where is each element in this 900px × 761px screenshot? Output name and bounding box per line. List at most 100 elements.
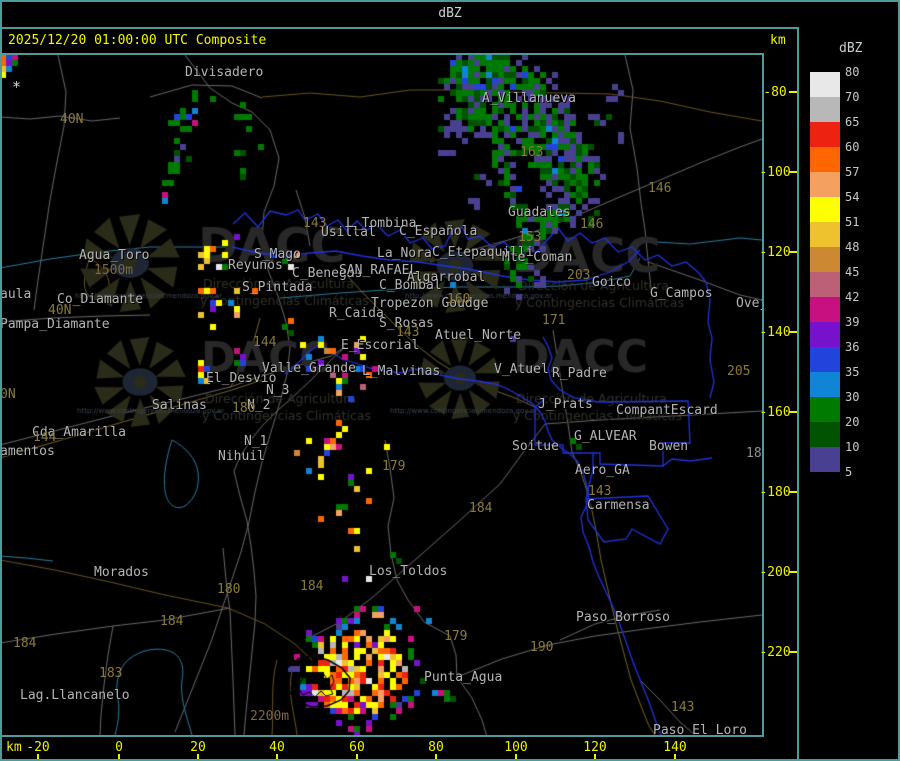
colorbar-panel: dBZ 80 70 65 60 57 54 51 48 45 42 39 36 35 30 20 10 5 <box>797 27 898 759</box>
route-number-label: 160 <box>447 292 471 307</box>
colorbar-swatch <box>810 247 840 272</box>
route-number-label: 179 <box>382 459 406 474</box>
map-place-label: C_Bombal <box>379 278 442 293</box>
y-axis-unit-label: km <box>770 33 786 48</box>
map-place-label: S_Mago <box>254 247 301 262</box>
route-number-label: 190 <box>530 640 554 655</box>
route-number-label: 143 <box>396 325 420 340</box>
x-axis-tick-label: 80 <box>428 740 444 755</box>
colorbar-swatch <box>810 122 840 147</box>
colorbar-value-label: 45 <box>845 265 860 279</box>
colorbar-value-label: 20 <box>845 415 860 429</box>
timestamp-text: 2025/12/20 01:00:00 UTC Composite <box>8 33 267 48</box>
map-place-label: Paso_El_Loro <box>653 723 747 735</box>
y-axis-tick <box>789 251 797 253</box>
colorbar-swatch <box>810 147 840 172</box>
map-place-label: E_Escorial <box>341 338 420 353</box>
route-number-label: 146 <box>580 217 604 232</box>
y-axis-tick <box>789 171 797 173</box>
map-place-label: Nihuil <box>218 449 265 464</box>
route-number-label: 144 <box>253 335 277 350</box>
map-place-label: Guadales <box>508 205 571 220</box>
x-axis-tick-label: 120 <box>583 740 607 755</box>
map-place-label: N_3 <box>266 383 290 398</box>
map-place-label: C_Española <box>399 224 478 239</box>
map-place-label: Divisadero <box>185 65 264 80</box>
map-place-label: Lag.Llancanelo <box>20 688 130 703</box>
map-place-label: Los_Toldos <box>369 564 448 579</box>
colorbar-swatch <box>810 222 840 247</box>
colorbar-swatch <box>810 72 840 97</box>
y-axis-tick <box>789 411 797 413</box>
x-axis-tick-label: 140 <box>663 740 687 755</box>
colorbar-swatch <box>810 297 840 322</box>
map-place-label: V_Atuel <box>494 362 549 377</box>
x-axis-tick-label: 100 <box>504 740 528 755</box>
route-number-label: 184 <box>160 614 184 629</box>
map-place-label: J_Prats <box>538 397 593 412</box>
colorbar-swatch <box>810 322 840 347</box>
x-axis-tick <box>356 754 358 760</box>
map-place-label: La_Nora <box>377 246 432 261</box>
y-axis-tick <box>789 651 797 653</box>
map-right-border <box>762 53 764 737</box>
y-axis-tick <box>789 91 797 93</box>
x-axis-tick-label: 20 <box>190 740 206 755</box>
colorbar-value-label: 30 <box>845 390 860 404</box>
map-bottom-border <box>0 735 764 737</box>
map-place-label: R_Padre <box>552 366 607 381</box>
map-place-label: Goico <box>592 275 632 290</box>
x-axis-tick <box>276 754 278 760</box>
map-place-label: Agua_Toro <box>79 248 150 263</box>
map-place-label: A_Villanueva <box>482 91 576 106</box>
colorbar-value-label: 36 <box>845 340 860 354</box>
route-number-label: 143 <box>303 216 327 231</box>
map-place-label: Pampa_Diamante <box>2 317 110 332</box>
elevation-label: 2200m <box>250 709 290 724</box>
route-number-label: 183 <box>99 666 123 681</box>
route-number-label: 144 <box>33 430 57 445</box>
map-place-label: Oveje <box>736 296 762 311</box>
y-axis-tick <box>789 491 797 493</box>
title-divider <box>0 27 900 29</box>
map-place-label: N_1 <box>244 434 268 449</box>
map-place-label: 18 <box>746 446 762 461</box>
colorbar-swatch <box>810 272 840 297</box>
colorbar-swatch <box>810 447 840 472</box>
elevation-label: 1500m <box>94 263 134 278</box>
colorbar-swatch <box>810 397 840 422</box>
colorbar-swatch <box>810 372 840 397</box>
colorbar-value-label: 65 <box>845 115 860 129</box>
x-axis-tick <box>435 754 437 760</box>
map-place-label: Soitue <box>512 439 559 454</box>
map-place-label: S_Pintada <box>242 280 313 295</box>
map-place-label: R_Caida <box>329 306 384 321</box>
route-number-label: 179 <box>444 629 468 644</box>
colorbar-swatch <box>810 347 840 372</box>
route-number-label: 153 <box>518 230 542 245</box>
y-axis-tick <box>789 571 797 573</box>
map-place-label: Bowen <box>649 439 689 454</box>
map-area: Divisadero A_Villanueva Guadales Agua_Toroa… <box>2 55 762 735</box>
colorbar-value-label: 51 <box>845 215 860 229</box>
route-number-label: 40N <box>60 112 84 127</box>
route-number-label: 40N <box>48 303 72 318</box>
colorbar-value-label: 48 <box>845 240 860 254</box>
radar-canvas <box>2 55 762 735</box>
map-place-label: amentos <box>2 444 55 459</box>
colorbar-value-label: 39 <box>845 315 860 329</box>
colorbar-swatch <box>810 422 840 447</box>
colorbar-value-label: 5 <box>845 465 853 479</box>
route-number-label: 205 <box>727 364 751 379</box>
map-place-label: G_ALVEAR <box>574 429 637 444</box>
route-number-label: 143 <box>588 484 612 499</box>
map-place-label: L_Malvinas <box>362 364 441 379</box>
x-axis-tick <box>515 754 517 760</box>
route-number-label: 171 <box>542 313 566 328</box>
route-number-label: 146 <box>648 181 672 196</box>
route-number-label: 163 <box>520 145 544 160</box>
route-number-label: 184 <box>469 501 493 516</box>
colorbar-value-label: 70 <box>845 90 860 104</box>
colorbar-value-label: 80 <box>845 65 860 79</box>
colorbar-value-label: 35 <box>845 365 860 379</box>
